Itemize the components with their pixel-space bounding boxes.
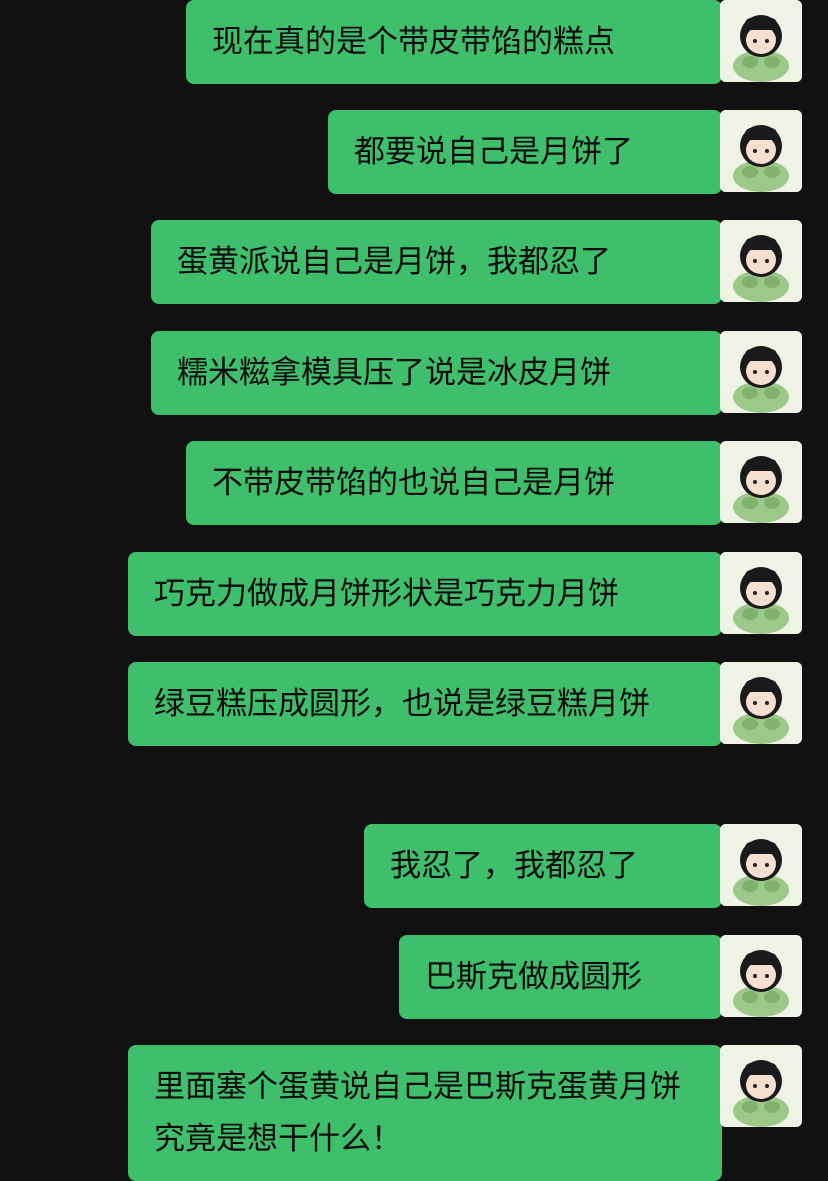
- avatar-icon: [720, 824, 802, 906]
- avatar-icon: [720, 0, 802, 82]
- message-bubble[interactable]: 不带皮带馅的也说自己是月饼: [186, 441, 734, 525]
- message-text: 巧克力做成月饼形状是巧克力月饼: [154, 576, 619, 612]
- avatar[interactable]: [720, 824, 802, 906]
- message-bubble[interactable]: 现在真的是个带皮带馅的糕点: [186, 0, 734, 84]
- message-text: 巴斯克做成圆形: [425, 959, 642, 995]
- avatar-icon: [720, 441, 802, 523]
- avatar-icon: [720, 552, 802, 634]
- avatar[interactable]: [720, 552, 802, 634]
- avatar[interactable]: [720, 441, 802, 523]
- message-text: 都要说自己是月饼了: [354, 134, 633, 170]
- avatar[interactable]: [720, 1045, 802, 1127]
- message-bubble[interactable]: 绿豆糕压成圆形，也说是绿豆糕月饼: [128, 662, 734, 746]
- message-bubble[interactable]: 巴斯克做成圆形: [399, 935, 734, 1019]
- avatar[interactable]: [720, 331, 802, 413]
- chat-area: 现在真的是个带皮带馅的糕点 都要说自己是月饼了 蛋黄派说自己是月饼，我都忍了 糯…: [0, 0, 828, 1181]
- message-text: 蛋黄派说自己是月饼，我都忍了: [177, 244, 611, 280]
- message-bubble[interactable]: 糯米糍拿模具压了说是冰皮月饼: [151, 331, 734, 415]
- message-text: 里面塞个蛋黄说自己是巴斯克蛋黄月饼究竟是想干什么！: [154, 1069, 681, 1157]
- avatar-icon: [720, 935, 802, 1017]
- avatar-icon: [720, 110, 802, 192]
- avatar[interactable]: [720, 220, 802, 302]
- avatar[interactable]: [720, 0, 802, 82]
- message-bubble[interactable]: 里面塞个蛋黄说自己是巴斯克蛋黄月饼究竟是想干什么！: [128, 1045, 734, 1181]
- avatar[interactable]: [720, 935, 802, 1017]
- avatar[interactable]: [720, 110, 802, 192]
- avatar-icon: [720, 1045, 802, 1127]
- message-bubble[interactable]: 巧克力做成月饼形状是巧克力月饼: [128, 552, 734, 636]
- message-bubble[interactable]: 都要说自己是月饼了: [328, 110, 734, 194]
- message-text: 不带皮带馅的也说自己是月饼: [212, 465, 615, 501]
- message-text: 我忍了，我都忍了: [390, 848, 638, 884]
- message-text: 糯米糍拿模具压了说是冰皮月饼: [177, 355, 611, 391]
- message-bubble[interactable]: 蛋黄派说自己是月饼，我都忍了: [151, 220, 734, 304]
- message-text: 现在真的是个带皮带馅的糕点: [212, 24, 615, 60]
- avatar-icon: [720, 662, 802, 744]
- message-text: 绿豆糕压成圆形，也说是绿豆糕月饼: [154, 686, 650, 722]
- avatar-icon: [720, 220, 802, 302]
- avatar-icon: [720, 331, 802, 413]
- message-bubble[interactable]: 我忍了，我都忍了: [364, 824, 734, 908]
- avatar[interactable]: [720, 662, 802, 744]
